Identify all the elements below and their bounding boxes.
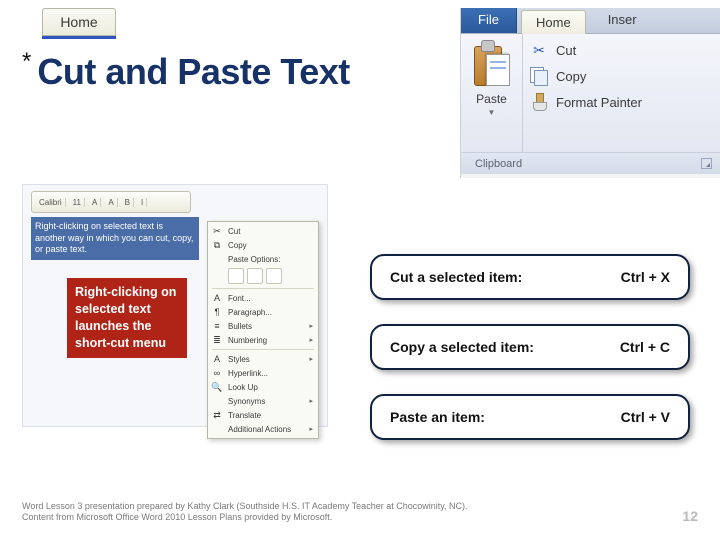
shortcut-list: Cut a selected item: Ctrl + X Copy a sel… (370, 254, 690, 440)
brush-icon (529, 92, 549, 112)
format-painter-button[interactable]: Format Painter (529, 92, 714, 112)
clipboard-actions: ✂ Cut Copy Format Painter (523, 34, 720, 152)
ctx-lookup[interactable]: 🔍Look Up (208, 380, 318, 394)
ctx-synonyms[interactable]: Synonyms (208, 394, 318, 408)
copy-label: Copy (556, 69, 586, 84)
ctx-hyperlink[interactable]: ∞Hyperlink... (208, 366, 318, 380)
translate-icon: ⇄ (211, 409, 223, 421)
copy-button[interactable]: Copy (529, 66, 714, 86)
shortcut-keys: Ctrl + C (620, 339, 670, 355)
ribbon-group-label: Clipboard (461, 152, 720, 174)
dialog-launcher-icon[interactable] (701, 158, 712, 169)
ctx-paste-options: Paste Options: (208, 252, 318, 266)
lookup-icon: 🔍 (211, 381, 223, 393)
paste-dropdown-arrow[interactable]: ▼ (488, 108, 496, 117)
ribbon-tabs: File Home Inser (461, 8, 720, 34)
ribbon-snippet: File Home Inser Paste ▼ ✂ Cut Copy (460, 8, 720, 178)
clipboard-group-text: Clipboard (475, 158, 522, 170)
ctx-translate[interactable]: ⇄Translate (208, 408, 318, 422)
ctx-styles[interactable]: AStyles (208, 352, 318, 366)
mini-toolbar: Calibri 11 A A B I (31, 191, 191, 213)
mini-italic: I (138, 198, 147, 207)
home-tab-snippet: Home (42, 8, 116, 36)
tab-insert[interactable]: Inser (594, 8, 651, 33)
divider (212, 349, 314, 350)
context-menu: ✂Cut ⧉Copy Paste Options: AFont... ¶Para… (207, 221, 319, 439)
paste-option-icons[interactable] (208, 266, 318, 286)
link-icon: ∞ (211, 367, 223, 379)
home-tab-underline (42, 36, 116, 39)
scissors-icon: ✂ (529, 40, 549, 60)
ctx-cut[interactable]: ✂Cut (208, 224, 318, 238)
cut-label: Cut (556, 43, 576, 58)
copy-icon: ⧉ (211, 239, 223, 251)
selected-text-sample: Right-clicking on selected text is anoth… (31, 217, 199, 260)
cut-button[interactable]: ✂ Cut (529, 40, 714, 60)
paste-button[interactable]: Paste ▼ (461, 34, 523, 152)
paragraph-icon: ¶ (211, 306, 223, 318)
callout-box: Right-clicking on selected text launches… (67, 278, 187, 358)
paste-label: Paste (476, 92, 507, 106)
ctx-numbering[interactable]: ≣Numbering (208, 333, 318, 347)
shortcut-keys: Ctrl + X (621, 269, 670, 285)
tab-home[interactable]: Home (521, 10, 586, 34)
slide-title-row: * Cut and Paste Text (22, 51, 350, 93)
ctx-bullets[interactable]: ≡Bullets (208, 319, 318, 333)
tab-file[interactable]: File (461, 8, 517, 33)
mini-grow: A (89, 198, 101, 207)
scissors-icon: ✂ (211, 225, 223, 237)
ctx-paragraph[interactable]: ¶Paragraph... (208, 305, 318, 319)
ctx-paste-label: Paste Options: (228, 255, 280, 264)
mini-size: 11 (70, 198, 85, 207)
font-icon: A (211, 292, 223, 304)
slide-footer: Word Lesson 3 presentation prepared by K… (22, 501, 698, 524)
shortcut-copy: Copy a selected item: Ctrl + C (370, 324, 690, 370)
ribbon-body: Paste ▼ ✂ Cut Copy Format Painter (461, 34, 720, 152)
mini-bold: B (122, 198, 134, 207)
title-asterisk: * (22, 48, 31, 76)
shortcut-label: Copy a selected item: (390, 339, 534, 355)
divider (212, 288, 314, 289)
mini-font: Calibri (36, 198, 66, 207)
shortcut-label: Paste an item: (390, 409, 485, 425)
shortcut-cut: Cut a selected item: Ctrl + X (370, 254, 690, 300)
page-number: 12 (682, 508, 698, 524)
bullets-icon: ≡ (211, 320, 223, 332)
slide-title: Cut and Paste Text (37, 51, 349, 93)
copy-icon (529, 66, 549, 86)
numbering-icon: ≣ (211, 334, 223, 346)
styles-icon: A (211, 353, 223, 365)
footer-credit: Word Lesson 3 presentation prepared by K… (22, 501, 482, 524)
shortcut-paste: Paste an item: Ctrl + V (370, 394, 690, 440)
ctx-copy[interactable]: ⧉Copy (208, 238, 318, 252)
shortcut-keys: Ctrl + V (621, 409, 670, 425)
clipboard-icon (472, 40, 512, 90)
format-painter-label: Format Painter (556, 95, 642, 110)
ctx-font[interactable]: AFont... (208, 291, 318, 305)
ctx-additional[interactable]: Additional Actions (208, 422, 318, 436)
mini-shrink: A (105, 198, 117, 207)
shortcut-label: Cut a selected item: (390, 269, 522, 285)
